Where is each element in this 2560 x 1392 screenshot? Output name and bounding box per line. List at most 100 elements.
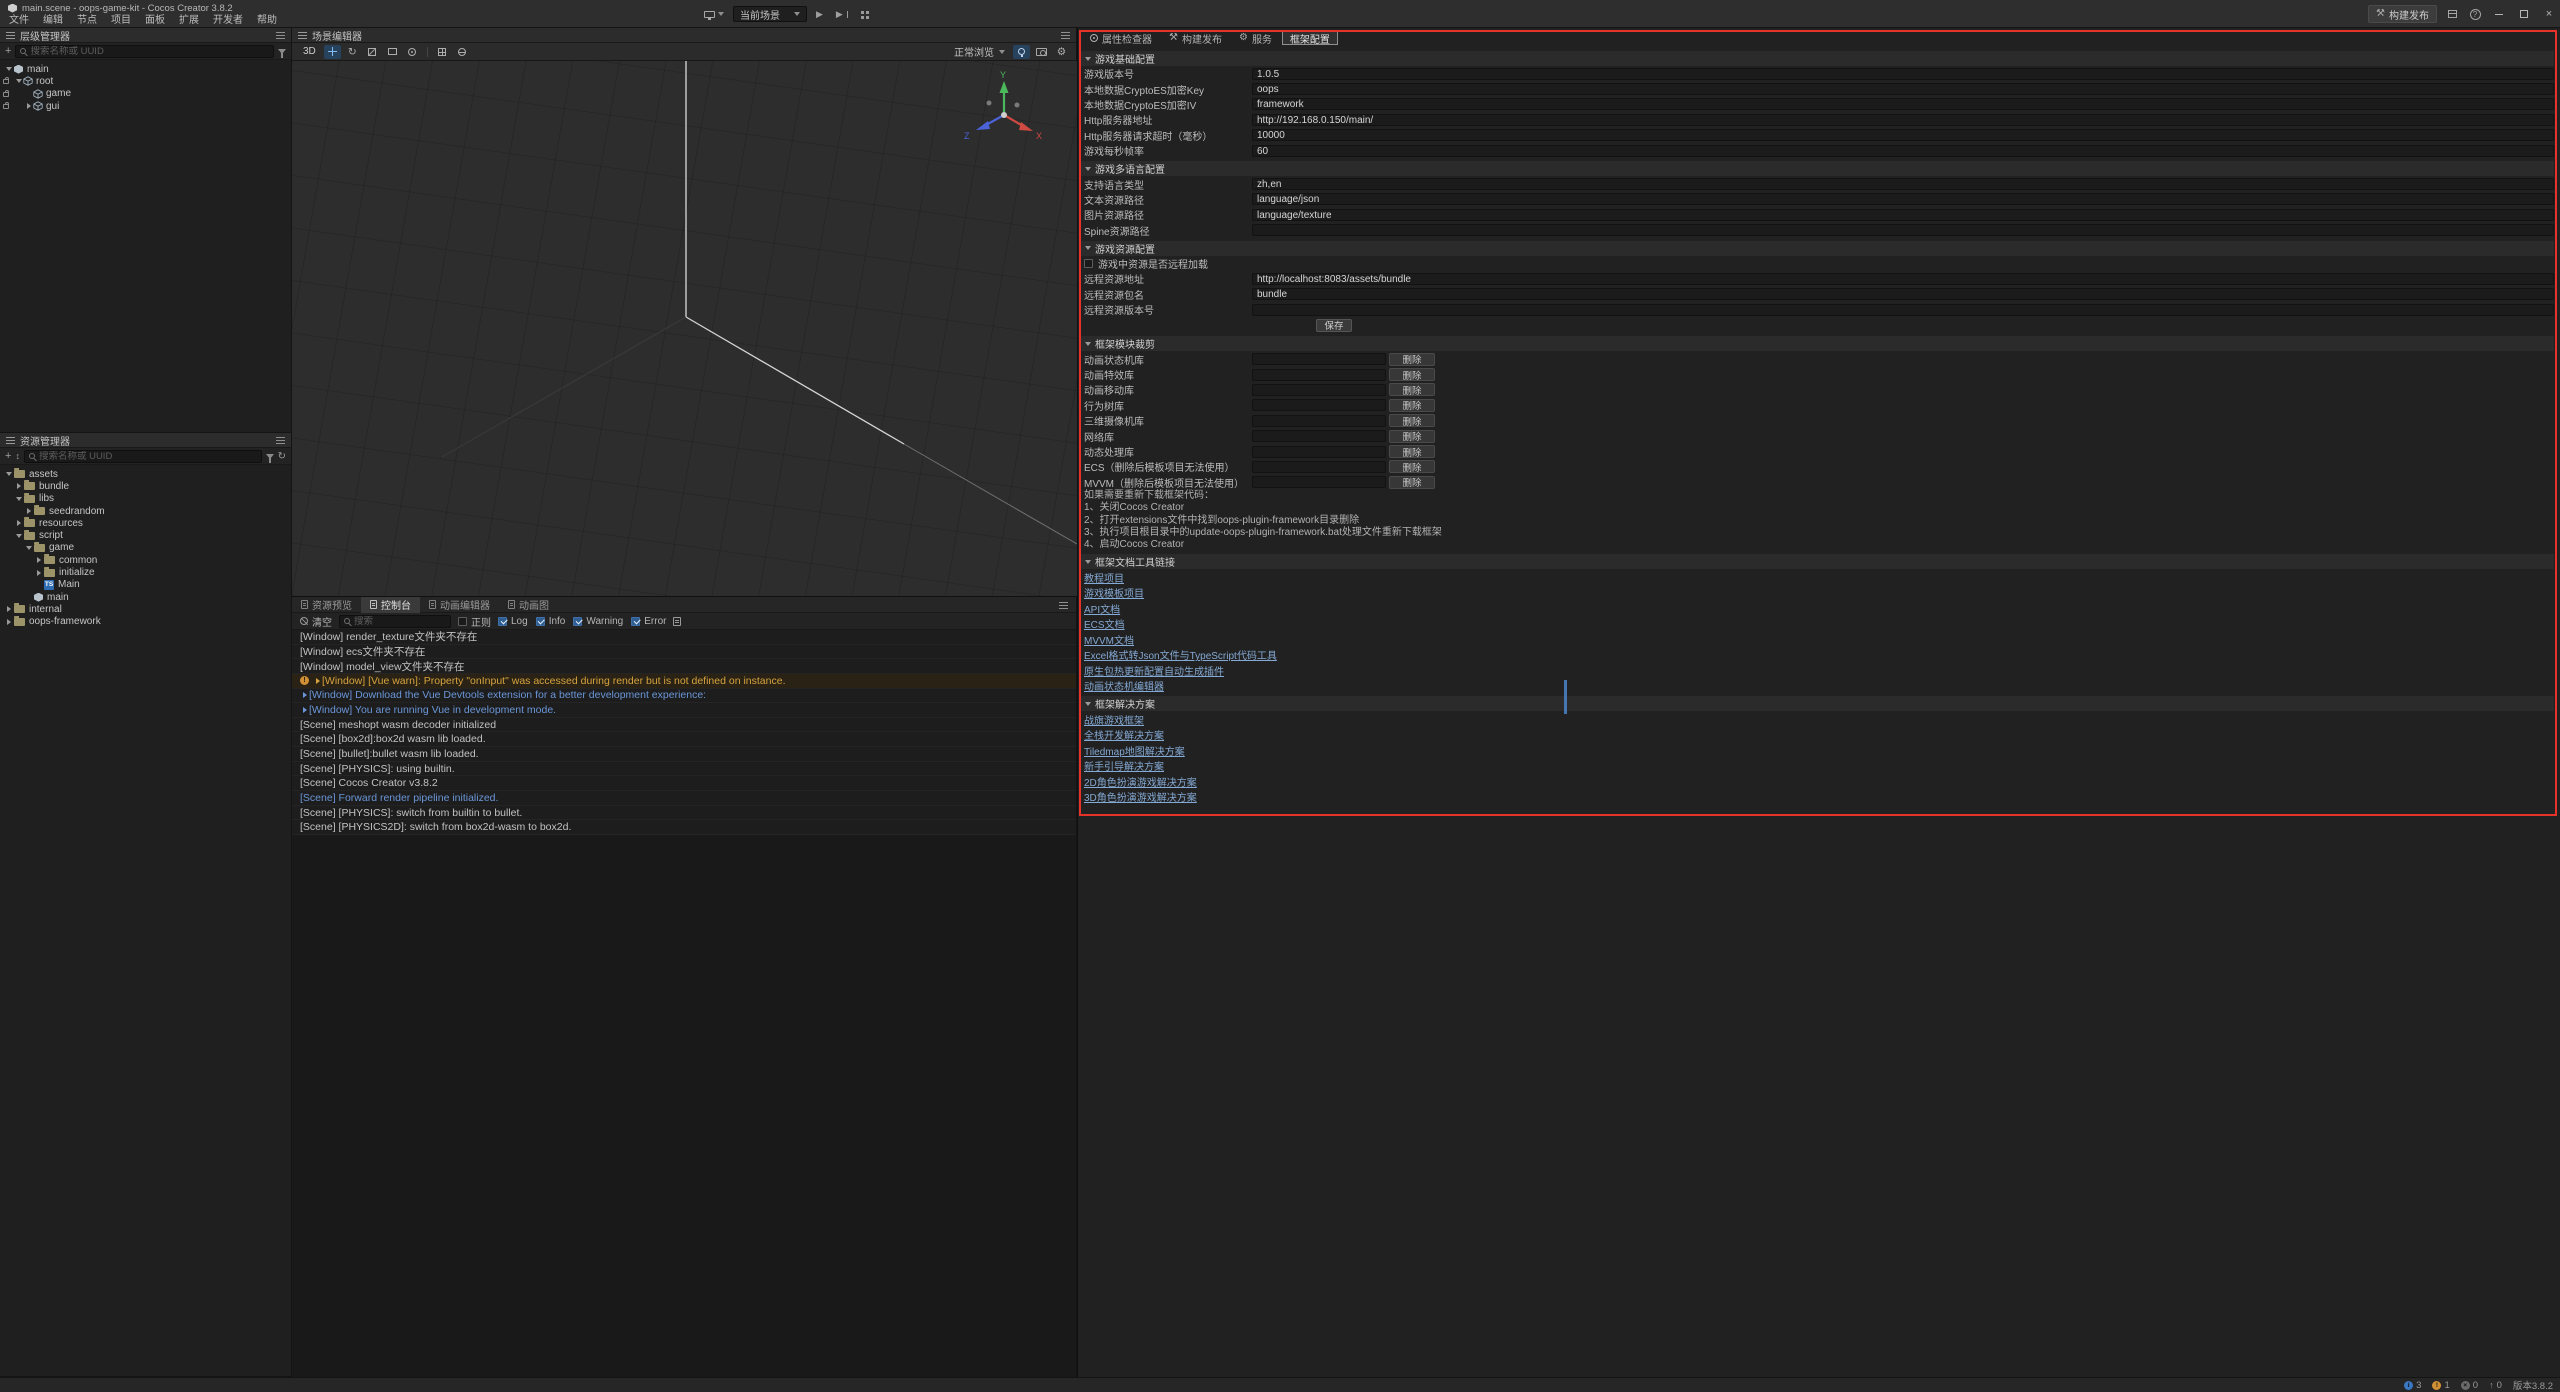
property-input[interactable]: zh,en bbox=[1252, 178, 2554, 190]
tree-row-game[interactable]: game bbox=[0, 88, 291, 100]
maximize-button[interactable] bbox=[2515, 0, 2533, 28]
checkbox[interactable] bbox=[536, 617, 545, 626]
tree-row-oops-framework[interactable]: oops-framework bbox=[0, 616, 291, 628]
delete-button[interactable]: 删除 bbox=[1389, 399, 1435, 412]
tree-row-main[interactable]: main bbox=[0, 63, 291, 75]
menu-item-5[interactable]: 面板 bbox=[138, 14, 172, 28]
scene-viewport[interactable]: Y X Z bbox=[292, 61, 1077, 596]
tree-toggle[interactable] bbox=[24, 546, 33, 550]
tree-toggle[interactable] bbox=[14, 79, 23, 83]
preview-platform-button[interactable] bbox=[700, 6, 728, 22]
property-input[interactable]: 10000 bbox=[1252, 129, 2554, 141]
module-field[interactable] bbox=[1252, 369, 1386, 381]
tree-row-seedrandom[interactable]: seedrandom bbox=[0, 505, 291, 517]
panel-menu-icon[interactable] bbox=[276, 32, 285, 39]
console-filter-Info[interactable]: Info bbox=[536, 616, 566, 627]
menu-item-4[interactable]: 项目 bbox=[104, 14, 138, 28]
doc-link[interactable]: 原生包热更新配置自动生成插件 bbox=[1084, 663, 1224, 678]
panel-menu-icon[interactable] bbox=[1059, 602, 1068, 609]
scene-light-toggle[interactable] bbox=[1013, 45, 1030, 59]
gizmo-z-label[interactable]: Z bbox=[964, 131, 970, 141]
section-header-游戏基础配置[interactable]: 游戏基础配置 bbox=[1080, 51, 2554, 66]
refresh-icon[interactable]: ↻ bbox=[278, 451, 286, 462]
log-row-4[interactable]: ![Window] [Vue warn]: Property "onInput"… bbox=[292, 674, 1076, 689]
step-button[interactable]: ▶ bbox=[832, 6, 852, 22]
panel-menu-icon[interactable] bbox=[1061, 32, 1070, 39]
delete-button[interactable]: 删除 bbox=[1389, 414, 1435, 427]
layout-button[interactable] bbox=[857, 6, 871, 22]
console-search[interactable] bbox=[339, 615, 451, 628]
tree-toggle[interactable] bbox=[4, 67, 13, 71]
log-row-11[interactable]: [Scene] Cocos Creator v3.8.2 bbox=[292, 776, 1076, 791]
tree-row-game[interactable]: game bbox=[0, 542, 291, 554]
tree-row-libs[interactable]: libs bbox=[0, 493, 291, 505]
panel-menu-icon[interactable] bbox=[276, 437, 285, 444]
section-header-框架模块裁剪[interactable]: 框架模块裁剪 bbox=[1080, 336, 2554, 351]
section-toggle[interactable] bbox=[1083, 57, 1092, 61]
scene-settings-button[interactable]: ⚙ bbox=[1053, 45, 1070, 59]
property-input[interactable]: framework bbox=[1252, 98, 2554, 110]
help-button[interactable]: ? bbox=[2467, 6, 2483, 22]
tree-row-main[interactable]: main bbox=[0, 591, 291, 603]
gizmo-space-button[interactable] bbox=[454, 45, 471, 59]
log-row-8[interactable]: [Scene] [box2d]:box2d wasm lib loaded. bbox=[292, 732, 1076, 747]
menu-item-7[interactable]: 开发者 bbox=[206, 14, 250, 28]
tree-row-script[interactable]: script bbox=[0, 529, 291, 541]
section-toggle[interactable] bbox=[1083, 560, 1092, 564]
console-filter-Warning[interactable]: Warning bbox=[573, 616, 623, 627]
property-input[interactable]: bundle bbox=[1252, 288, 2554, 300]
gizmo-x-label[interactable]: X bbox=[1036, 131, 1042, 141]
property-input[interactable]: 1.0.5 bbox=[1252, 68, 2554, 80]
doc-link[interactable]: 教程项目 bbox=[1084, 570, 1124, 585]
module-field[interactable] bbox=[1252, 353, 1386, 365]
log-expand-toggle[interactable] bbox=[313, 678, 322, 684]
delete-button[interactable]: 删除 bbox=[1389, 460, 1435, 473]
filter-icon[interactable] bbox=[266, 454, 274, 459]
property-input[interactable]: http://localhost:8083/assets/bundle bbox=[1252, 273, 2554, 285]
log-row-13[interactable]: [Scene] [PHYSICS]: switch from builtin t… bbox=[292, 806, 1076, 821]
property-input[interactable] bbox=[1252, 224, 2554, 236]
tree-row-root[interactable]: root bbox=[0, 75, 291, 87]
doc-link[interactable]: 2D角色扮演游戏解决方案 bbox=[1084, 774, 1197, 789]
tree-toggle[interactable] bbox=[4, 472, 13, 476]
inspector-tab-属性检查器[interactable]: 属性检查器 bbox=[1083, 31, 1159, 45]
module-field[interactable] bbox=[1252, 415, 1386, 427]
snap-grid-button[interactable] bbox=[434, 45, 451, 59]
doc-link[interactable]: 战旗游戏框架 bbox=[1084, 712, 1144, 727]
log-row-14[interactable]: [Scene] [PHYSICS2D]: switch from box2d-w… bbox=[292, 820, 1076, 835]
log-row-3[interactable]: [Window] model_view文件夹不存在 bbox=[292, 659, 1076, 674]
regex-toggle[interactable]: 正则 bbox=[458, 614, 491, 629]
property-input[interactable]: http://192.168.0.150/main/ bbox=[1252, 114, 2554, 126]
section-header-游戏资源配置[interactable]: 游戏资源配置 bbox=[1080, 241, 2554, 256]
assets-search-input[interactable] bbox=[39, 451, 257, 462]
console-tab-资源预览[interactable]: 资源预览 bbox=[292, 597, 361, 613]
hierarchy-search[interactable] bbox=[15, 45, 274, 58]
log-row-2[interactable]: [Window] ecs文件夹不存在 bbox=[292, 645, 1076, 660]
checkbox[interactable] bbox=[498, 617, 507, 626]
log-expand-toggle[interactable] bbox=[300, 692, 309, 698]
log-row-10[interactable]: [Scene] [PHYSICS]: using builtin. bbox=[292, 762, 1076, 777]
property-input[interactable]: 60 bbox=[1252, 145, 2554, 157]
tree-row-internal[interactable]: internal bbox=[0, 603, 291, 615]
doc-link[interactable]: 全栈开发解决方案 bbox=[1084, 727, 1164, 742]
warning-count[interactable]: ! 1 bbox=[2432, 1380, 2449, 1391]
console-tab-动画编辑器[interactable]: 动画编辑器 bbox=[420, 597, 499, 613]
menu-item-1[interactable]: 文件 bbox=[2, 14, 36, 28]
save-button[interactable]: 保存 bbox=[1316, 319, 1352, 332]
inspector-tab-构建发布[interactable]: ⚒构建发布 bbox=[1162, 31, 1229, 45]
log-row-12[interactable]: [Scene] Forward render pipeline initiali… bbox=[292, 791, 1076, 806]
console-filter-Log[interactable]: Log bbox=[498, 616, 528, 627]
section-toggle[interactable] bbox=[1083, 246, 1092, 250]
section-header-框架解决方案[interactable]: 框架解决方案 bbox=[1080, 696, 2554, 711]
property-input[interactable]: language/texture bbox=[1252, 209, 2554, 221]
tree-row-initialize[interactable]: initialize bbox=[0, 566, 291, 578]
scale-tool-button[interactable] bbox=[364, 45, 381, 59]
play-button[interactable]: ▶ bbox=[812, 6, 827, 22]
property-input[interactable]: language/json bbox=[1252, 193, 2554, 205]
doc-link[interactable]: 游戏模板项目 bbox=[1084, 585, 1144, 600]
checkbox[interactable] bbox=[631, 617, 640, 626]
assets-search[interactable] bbox=[24, 450, 262, 463]
scrollbar-thumb[interactable] bbox=[1564, 680, 1567, 714]
delete-button[interactable]: 删除 bbox=[1389, 383, 1435, 396]
hierarchy-search-input[interactable] bbox=[30, 46, 269, 57]
